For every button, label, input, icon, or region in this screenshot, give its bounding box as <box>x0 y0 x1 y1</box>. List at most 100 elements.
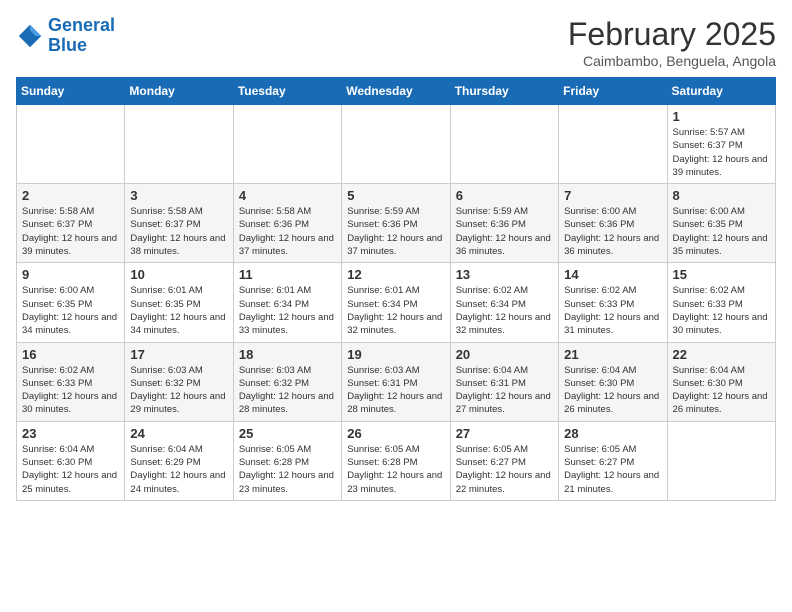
day-number: 7 <box>564 188 661 203</box>
day-info: Sunrise: 6:00 AM Sunset: 6:35 PM Dayligh… <box>673 205 770 258</box>
calendar-cell: 11 Sunrise: 6:01 AM Sunset: 6:34 PM Dayli… <box>233 263 341 342</box>
day-info: Sunrise: 6:02 AM Sunset: 6:33 PM Dayligh… <box>673 284 770 337</box>
day-info: Sunrise: 6:04 AM Sunset: 6:31 PM Dayligh… <box>456 364 553 417</box>
calendar-cell: 12 Sunrise: 6:01 AM Sunset: 6:34 PM Dayli… <box>342 263 450 342</box>
day-info: Sunrise: 6:02 AM Sunset: 6:33 PM Dayligh… <box>22 364 119 417</box>
calendar-cell: 25 Sunrise: 6:05 AM Sunset: 6:28 PM Dayli… <box>233 421 341 500</box>
day-number: 28 <box>564 426 661 441</box>
day-number: 15 <box>673 267 770 282</box>
calendar-cell <box>233 105 341 184</box>
logo: General Blue <box>16 16 115 56</box>
logo-text: General Blue <box>48 16 115 56</box>
day-info: Sunrise: 6:01 AM Sunset: 6:34 PM Dayligh… <box>239 284 336 337</box>
calendar-cell: 28 Sunrise: 6:05 AM Sunset: 6:27 PM Dayli… <box>559 421 667 500</box>
calendar-cell: 24 Sunrise: 6:04 AM Sunset: 6:29 PM Dayli… <box>125 421 233 500</box>
day-number: 26 <box>347 426 444 441</box>
day-info: Sunrise: 6:04 AM Sunset: 6:30 PM Dayligh… <box>564 364 661 417</box>
calendar-cell <box>125 105 233 184</box>
day-info: Sunrise: 6:00 AM Sunset: 6:36 PM Dayligh… <box>564 205 661 258</box>
calendar-cell: 10 Sunrise: 6:01 AM Sunset: 6:35 PM Dayli… <box>125 263 233 342</box>
weekday-header: Wednesday <box>342 78 450 105</box>
day-info: Sunrise: 5:58 AM Sunset: 6:36 PM Dayligh… <box>239 205 336 258</box>
day-info: Sunrise: 6:00 AM Sunset: 6:35 PM Dayligh… <box>22 284 119 337</box>
weekday-header: Monday <box>125 78 233 105</box>
day-number: 10 <box>130 267 227 282</box>
day-info: Sunrise: 6:04 AM Sunset: 6:30 PM Dayligh… <box>22 443 119 496</box>
calendar-cell: 20Sunrise: 6:04 AM Sunset: 6:31 PM Dayli… <box>450 342 558 421</box>
calendar-cell <box>667 421 775 500</box>
day-info: Sunrise: 6:05 AM Sunset: 6:27 PM Dayligh… <box>564 443 661 496</box>
day-number: 19 <box>347 347 444 362</box>
calendar-cell: 1 Sunrise: 5:57 AM Sunset: 6:37 PM Daylig… <box>667 105 775 184</box>
day-number: 4 <box>239 188 336 203</box>
day-number: 14 <box>564 267 661 282</box>
day-number: 18 <box>239 347 336 362</box>
day-number: 24 <box>130 426 227 441</box>
calendar-cell: 7 Sunrise: 6:00 AM Sunset: 6:36 PM Daylig… <box>559 184 667 263</box>
calendar-cell: 26Sunrise: 6:05 AM Sunset: 6:28 PM Dayli… <box>342 421 450 500</box>
day-number: 8 <box>673 188 770 203</box>
day-info: Sunrise: 6:02 AM Sunset: 6:34 PM Dayligh… <box>456 284 553 337</box>
calendar-cell: 19 Sunrise: 6:03 AM Sunset: 6:31 PM Dayli… <box>342 342 450 421</box>
day-info: Sunrise: 6:04 AM Sunset: 6:29 PM Dayligh… <box>130 443 227 496</box>
day-info: Sunrise: 5:57 AM Sunset: 6:37 PM Dayligh… <box>673 126 770 179</box>
calendar-cell: 18 Sunrise: 6:03 AM Sunset: 6:32 PM Dayli… <box>233 342 341 421</box>
day-number: 17 <box>130 347 227 362</box>
day-number: 25 <box>239 426 336 441</box>
logo-line2: Blue <box>48 35 87 55</box>
calendar-cell: 21 Sunrise: 6:04 AM Sunset: 6:30 PM Dayli… <box>559 342 667 421</box>
day-info: Sunrise: 5:58 AM Sunset: 6:37 PM Dayligh… <box>22 205 119 258</box>
month-title: February 2025 <box>568 16 776 53</box>
day-info: Sunrise: 6:02 AM Sunset: 6:33 PM Dayligh… <box>564 284 661 337</box>
title-block: February 2025 Caimbambo, Benguela, Angol… <box>568 16 776 69</box>
calendar-cell: 13 Sunrise: 6:02 AM Sunset: 6:34 PM Dayli… <box>450 263 558 342</box>
day-number: 27 <box>456 426 553 441</box>
location-subtitle: Caimbambo, Benguela, Angola <box>568 53 776 69</box>
calendar-cell: 17 Sunrise: 6:03 AM Sunset: 6:32 PM Dayli… <box>125 342 233 421</box>
day-info: Sunrise: 6:03 AM Sunset: 6:32 PM Dayligh… <box>130 364 227 417</box>
day-info: Sunrise: 5:58 AM Sunset: 6:37 PM Dayligh… <box>130 205 227 258</box>
weekday-header: Thursday <box>450 78 558 105</box>
calendar-cell: 22Sunrise: 6:04 AM Sunset: 6:30 PM Dayli… <box>667 342 775 421</box>
day-info: Sunrise: 6:05 AM Sunset: 6:27 PM Dayligh… <box>456 443 553 496</box>
day-number: 6 <box>456 188 553 203</box>
weekday-header: Sunday <box>17 78 125 105</box>
day-number: 16 <box>22 347 119 362</box>
calendar-cell: 6 Sunrise: 5:59 AM Sunset: 6:36 PM Daylig… <box>450 184 558 263</box>
day-number: 1 <box>673 109 770 124</box>
day-info: Sunrise: 6:05 AM Sunset: 6:28 PM Dayligh… <box>239 443 336 496</box>
calendar-cell: 14 Sunrise: 6:02 AM Sunset: 6:33 PM Dayli… <box>559 263 667 342</box>
calendar-cell: 27 Sunrise: 6:05 AM Sunset: 6:27 PM Dayli… <box>450 421 558 500</box>
day-info: Sunrise: 6:01 AM Sunset: 6:35 PM Dayligh… <box>130 284 227 337</box>
calendar-cell: 9 Sunrise: 6:00 AM Sunset: 6:35 PM Daylig… <box>17 263 125 342</box>
calendar-cell: 5 Sunrise: 5:59 AM Sunset: 6:36 PM Daylig… <box>342 184 450 263</box>
calendar-cell: 4 Sunrise: 5:58 AM Sunset: 6:36 PM Daylig… <box>233 184 341 263</box>
calendar-cell <box>17 105 125 184</box>
day-number: 23 <box>22 426 119 441</box>
day-number: 2 <box>22 188 119 203</box>
day-info: Sunrise: 6:04 AM Sunset: 6:30 PM Dayligh… <box>673 364 770 417</box>
day-number: 9 <box>22 267 119 282</box>
day-number: 11 <box>239 267 336 282</box>
calendar-cell: 23 Sunrise: 6:04 AM Sunset: 6:30 PM Dayli… <box>17 421 125 500</box>
day-number: 13 <box>456 267 553 282</box>
day-info: Sunrise: 6:03 AM Sunset: 6:31 PM Dayligh… <box>347 364 444 417</box>
day-info: Sunrise: 5:59 AM Sunset: 6:36 PM Dayligh… <box>347 205 444 258</box>
day-info: Sunrise: 6:01 AM Sunset: 6:34 PM Dayligh… <box>347 284 444 337</box>
calendar-cell: 16 Sunrise: 6:02 AM Sunset: 6:33 PM Dayli… <box>17 342 125 421</box>
day-number: 5 <box>347 188 444 203</box>
day-number: 12 <box>347 267 444 282</box>
calendar-cell <box>450 105 558 184</box>
day-number: 3 <box>130 188 227 203</box>
calendar-cell: 2 Sunrise: 5:58 AM Sunset: 6:37 PM Daylig… <box>17 184 125 263</box>
page-header: General Blue February 2025 Caimbambo, Be… <box>16 16 776 69</box>
day-info: Sunrise: 6:03 AM Sunset: 6:32 PM Dayligh… <box>239 364 336 417</box>
day-info: Sunrise: 5:59 AM Sunset: 6:36 PM Dayligh… <box>456 205 553 258</box>
weekday-header: Friday <box>559 78 667 105</box>
calendar-cell: 8 Sunrise: 6:00 AM Sunset: 6:35 PM Daylig… <box>667 184 775 263</box>
calendar-cell: 15 Sunrise: 6:02 AM Sunset: 6:33 PM Dayli… <box>667 263 775 342</box>
logo-icon <box>16 22 44 50</box>
day-number: 21 <box>564 347 661 362</box>
weekday-header: Tuesday <box>233 78 341 105</box>
logo-line1: General <box>48 15 115 35</box>
